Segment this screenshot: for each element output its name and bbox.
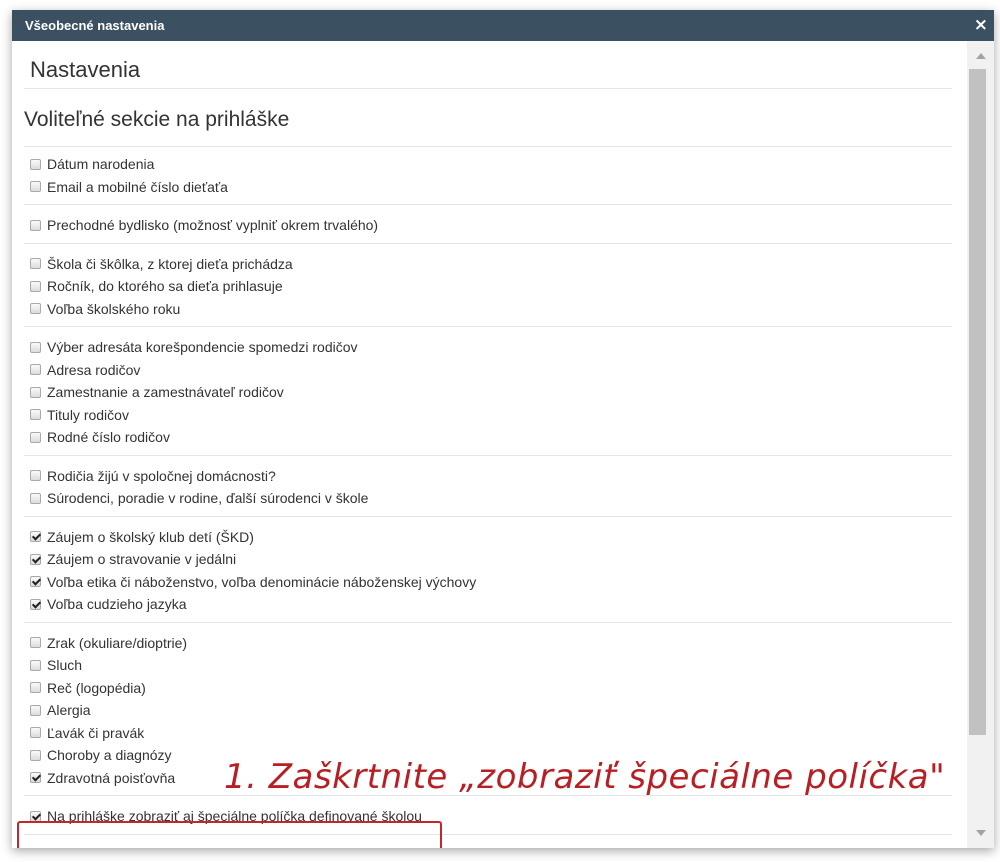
- annotation-text: 1. Zaškrtnite „zobraziť špeciálne políčk…: [224, 757, 946, 797]
- group-divider: [24, 204, 952, 205]
- checkbox-item[interactable]: Ľavák či pravák: [30, 723, 144, 743]
- group-divider: [24, 621, 952, 623]
- checkbox-label[interactable]: Rodné číslo rodičov: [47, 429, 170, 445]
- scroll-up-arrow-icon[interactable]: [976, 53, 986, 59]
- highlight-box: [17, 821, 442, 848]
- checkbox-item[interactable]: Rodné číslo rodičov: [30, 427, 170, 447]
- checkbox[interactable]: [30, 158, 41, 170]
- checkbox[interactable]: [30, 749, 41, 761]
- checkbox-label[interactable]: Voľba školského roku: [47, 301, 180, 317]
- checkbox-item[interactable]: Rodičia žijú v spoločnej domácnosti?: [30, 466, 276, 486]
- checkbox[interactable]: [30, 364, 41, 375]
- checkbox[interactable]: [30, 431, 41, 443]
- checkbox[interactable]: [30, 682, 41, 693]
- checkbox-item[interactable]: Tituly rodičov: [30, 405, 129, 425]
- checkbox-label[interactable]: Dátum narodenia: [47, 156, 154, 172]
- checkbox-label[interactable]: Choroby a diagnózy: [47, 747, 172, 763]
- checkbox-label[interactable]: Ľavák či pravák: [47, 725, 144, 741]
- checkbox[interactable]: [30, 303, 41, 314]
- checkbox-item[interactable]: Choroby a diagnózy: [30, 745, 172, 765]
- checkbox[interactable]: [30, 810, 41, 822]
- checkbox-item[interactable]: Voľba etika či náboženstvo, voľba denomi…: [30, 572, 476, 592]
- checkbox-item[interactable]: Voľba školského roku: [30, 299, 180, 319]
- checkbox-label[interactable]: Voľba etika či náboženstvo, voľba denomi…: [47, 574, 476, 590]
- group-divider: [24, 242, 952, 244]
- close-icon[interactable]: ×: [974, 14, 988, 36]
- vertical-scrollbar[interactable]: [967, 41, 994, 848]
- checkbox[interactable]: [30, 727, 41, 738]
- checkbox-item[interactable]: Dátum narodenia: [30, 154, 154, 174]
- checkbox-item[interactable]: Záujem o školský klub detí (ŠKD): [30, 527, 254, 547]
- checkbox-label[interactable]: Škola či škôlka, z ktorej dieťa prichádz…: [47, 256, 293, 272]
- checkbox-item[interactable]: Zrak (okuliare/dioptrie): [30, 633, 187, 653]
- checkbox[interactable]: [30, 553, 41, 565]
- group-divider: [24, 515, 952, 517]
- checkbox[interactable]: [30, 772, 41, 783]
- checkbox[interactable]: [30, 659, 41, 671]
- dialog-title: Všeobecné nastavenia: [25, 18, 165, 33]
- checkbox[interactable]: [30, 637, 41, 648]
- checkbox-label[interactable]: Ročník, do ktorého sa dieťa prihlasuje: [47, 278, 283, 294]
- checkbox-label[interactable]: Zrak (okuliare/dioptrie): [47, 635, 187, 651]
- checkbox[interactable]: [30, 386, 41, 398]
- page-title: Nastavenia: [30, 57, 141, 82]
- checkbox[interactable]: [30, 576, 41, 587]
- checkbox-label[interactable]: Zamestnanie a zamestnávateľ rodičov: [47, 384, 284, 400]
- checkbox-item[interactable]: Adresa rodičov: [30, 360, 140, 380]
- checkbox-label[interactable]: Alergia: [47, 702, 91, 718]
- checkbox-label[interactable]: Email a mobilné číslo dieťaťa: [47, 179, 228, 195]
- dialog-content: Nastavenia Voliteľné sekcie na prihláške…: [12, 41, 966, 848]
- settings-dialog: Všeobecné nastavenia × Nastavenia Volite…: [12, 10, 994, 848]
- checkbox-label[interactable]: Výber adresáta korešpondencie spomedzi r…: [47, 339, 358, 355]
- checkbox[interactable]: [30, 598, 41, 610]
- checkbox-label[interactable]: Záujem o stravovanie v jedálni: [47, 551, 236, 567]
- scroll-down-arrow-icon[interactable]: [976, 830, 986, 836]
- checkbox[interactable]: [30, 409, 41, 420]
- checkbox[interactable]: [30, 258, 41, 269]
- checkbox-item[interactable]: Škola či škôlka, z ktorej dieťa prichádz…: [30, 254, 293, 274]
- checkbox-item[interactable]: Zamestnanie a zamestnávateľ rodičov: [30, 382, 284, 402]
- checkbox-item[interactable]: Súrodenci, poradie v rodine, ďalší súrod…: [30, 488, 368, 508]
- checkbox-item[interactable]: Email a mobilné číslo dieťaťa: [30, 177, 228, 197]
- checkbox-label[interactable]: Záujem o školský klub detí (ŠKD): [47, 529, 254, 545]
- section-title: Voliteľné sekcie na prihláške: [24, 108, 290, 131]
- checkbox-item[interactable]: Zdravotná poisťovňa: [30, 768, 175, 788]
- checkbox[interactable]: [30, 704, 41, 716]
- checkbox-label[interactable]: Tituly rodičov: [47, 407, 129, 423]
- checkbox-label[interactable]: Reč (logopédia): [47, 680, 146, 696]
- checkbox-label[interactable]: Voľba cudzieho jazyka: [47, 596, 187, 612]
- checkbox-label[interactable]: Súrodenci, poradie v rodine, ďalší súrod…: [47, 490, 368, 506]
- checkbox-label[interactable]: Prechodné bydlisko (možnosť vyplniť okre…: [47, 217, 378, 233]
- divider: [24, 146, 952, 147]
- checkbox-label[interactable]: Adresa rodičov: [47, 362, 140, 378]
- checkbox-item[interactable]: Voľba cudzieho jazyka: [30, 594, 187, 614]
- checkbox-item[interactable]: Výber adresáta korešpondencie spomedzi r…: [30, 337, 358, 357]
- checkbox-item[interactable]: Ročník, do ktorého sa dieťa prihlasuje: [30, 276, 283, 296]
- checkbox-label[interactable]: Rodičia žijú v spoločnej domácnosti?: [47, 468, 276, 484]
- checkbox[interactable]: [30, 181, 41, 192]
- checkbox-item[interactable]: Záujem o stravovanie v jedálni: [30, 549, 236, 569]
- group-divider: [24, 454, 952, 456]
- checkbox[interactable]: [30, 341, 41, 353]
- divider: [24, 88, 952, 89]
- dialog-titlebar: Všeobecné nastavenia ×: [12, 10, 994, 41]
- checkbox[interactable]: [30, 280, 41, 292]
- checkbox-item[interactable]: Alergia: [30, 700, 91, 720]
- checkbox-item[interactable]: Sluch: [30, 655, 82, 675]
- checkbox[interactable]: [30, 219, 41, 231]
- checkbox-item[interactable]: Prechodné bydlisko (možnosť vyplniť okre…: [30, 215, 378, 235]
- checkbox[interactable]: [30, 470, 41, 481]
- group-divider: [24, 326, 952, 327]
- checkbox[interactable]: [30, 492, 41, 504]
- checkbox-label[interactable]: Sluch: [47, 657, 82, 673]
- checkbox[interactable]: [30, 531, 41, 542]
- checkbox-label[interactable]: Zdravotná poisťovňa: [47, 770, 175, 786]
- scrollbar-thumb[interactable]: [969, 69, 986, 735]
- checkbox-item[interactable]: Reč (logopédia): [30, 678, 146, 698]
